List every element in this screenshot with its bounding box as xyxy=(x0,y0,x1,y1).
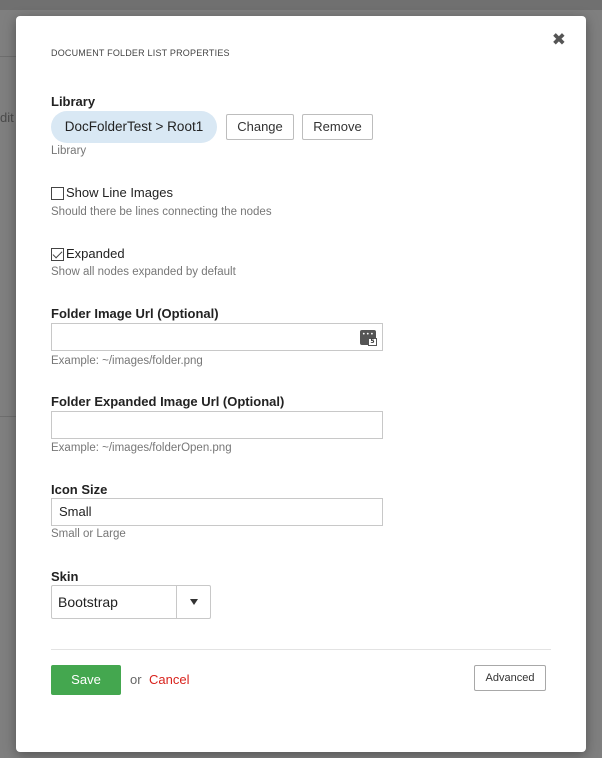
skin-select-divider xyxy=(176,586,177,618)
footer-divider xyxy=(51,649,551,650)
skin-selected-value: Bootstrap xyxy=(58,594,118,610)
advanced-button[interactable]: Advanced xyxy=(474,665,546,691)
expanded-help: Show all nodes expanded by default xyxy=(51,266,236,278)
folder-expanded-image-url-help: Example: ~/images/folderOpen.png xyxy=(51,442,232,454)
show-line-images-label: Show Line Images xyxy=(66,185,173,200)
library-value-pill: DocFolderTest > Root1 xyxy=(51,111,217,143)
folder-image-url-label: Folder Image Url (Optional) xyxy=(51,306,219,321)
show-line-images-checkbox[interactable] xyxy=(51,187,64,200)
show-line-images-help: Should there be lines connecting the nod… xyxy=(51,206,272,218)
expanded-checkbox[interactable] xyxy=(51,248,64,261)
skin-label: Skin xyxy=(51,569,79,584)
folder-expanded-image-url-input[interactable] xyxy=(51,411,383,439)
save-button[interactable]: Save xyxy=(51,665,121,695)
modal-title: DOCUMENT FOLDER LIST PROPERTIES xyxy=(51,48,230,58)
library-label: Library xyxy=(51,94,96,109)
password-manager-icon[interactable]: ••• 5 xyxy=(360,330,377,346)
or-text: or xyxy=(130,672,142,687)
skin-select[interactable]: Bootstrap xyxy=(51,585,211,619)
icon-size-label: Icon Size xyxy=(51,482,108,497)
icon-size-help: Small or Large xyxy=(51,528,126,540)
library-help: Library xyxy=(51,145,87,157)
properties-modal: ✖ DOCUMENT FOLDER LIST PROPERTIES Librar… xyxy=(16,16,586,752)
cancel-link[interactable]: Cancel xyxy=(149,672,189,687)
chevron-down-icon[interactable] xyxy=(190,599,198,605)
close-icon[interactable]: ✖ xyxy=(552,30,566,50)
icon-size-value: Small xyxy=(59,504,92,519)
background-divider xyxy=(0,416,16,417)
background-edit-text: dit xyxy=(0,110,14,125)
background-divider xyxy=(0,56,16,57)
folder-image-url-input[interactable]: ••• 5 xyxy=(51,323,383,351)
folder-image-url-help: Example: ~/images/folder.png xyxy=(51,355,203,367)
folder-expanded-image-url-label: Folder Expanded Image Url (Optional) xyxy=(51,394,285,409)
remove-button[interactable]: Remove xyxy=(302,114,373,140)
change-button[interactable]: Change xyxy=(226,114,294,140)
icon-size-input[interactable]: Small xyxy=(51,498,383,526)
expanded-label: Expanded xyxy=(66,246,125,261)
background-top-bar xyxy=(0,0,602,10)
